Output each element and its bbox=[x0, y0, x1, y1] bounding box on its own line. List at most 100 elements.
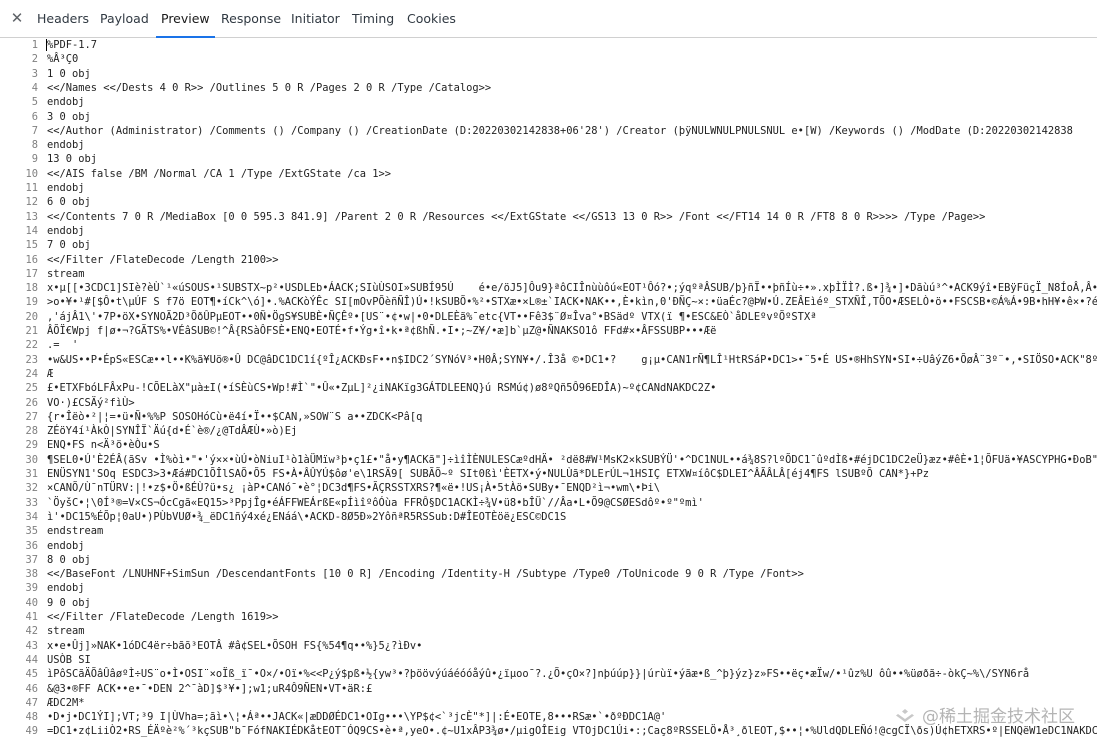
code-line: 36 endobj bbox=[0, 539, 1097, 553]
tab-response[interactable]: Response bbox=[221, 0, 281, 37]
code-line: 29 ENQ•FS n<Ä³ö•èÒu•S bbox=[0, 438, 1097, 452]
code-line: 45 ìPôSCãÄÕâÛâøºÌ÷US¨o•Ì•OSI¨×oÏß_ï¯•O×/•… bbox=[0, 667, 1097, 681]
line-text: ÂÕÏ€Wpj f|ø•¬?GÃTS%•VÉâSUB©!^Â{RSàÔFSÈ•E… bbox=[47, 325, 717, 337]
line-text: endobj bbox=[47, 139, 85, 152]
code-line: 31 ENÜSYN1'SOq ESDC3>3•Æá#DC1ÕÎlSAÕ•Õ5 FS… bbox=[0, 467, 1097, 481]
line-text: ,'ájÂ1\'•7P•öX•SYNOÃ2D³ÕðÛPµEOT••0Ñ•ÖgS¥… bbox=[47, 310, 817, 323]
line-text: stream bbox=[47, 267, 85, 280]
line-number: 9 bbox=[31, 153, 38, 166]
line-number: 18 bbox=[25, 282, 38, 295]
code-line: 28 ZÉöY4í¹ÀkÒ|SYNÎÏ`Äú{d•É`è®/¿@TdÂÆÙ•»ò)… bbox=[0, 424, 1097, 438]
line-number: 7 bbox=[31, 124, 38, 137]
line-text: 8 0 obj bbox=[47, 553, 91, 566]
code-line: 6 3 0 obj bbox=[0, 110, 1097, 124]
line-number: 17 bbox=[25, 267, 38, 280]
line-number: 29 bbox=[25, 439, 38, 452]
code-line: 41 <</Filter /FlateDecode /Length 1619>> bbox=[0, 610, 1097, 624]
line-text: %Â³Ç0 bbox=[47, 53, 79, 66]
code-line: 43 x•e•Ûj]»NAK•1óDC4ër÷bãõ³EOTÂ #â¢SEL•ÕS… bbox=[0, 639, 1097, 653]
line-number: 30 bbox=[25, 453, 38, 466]
code-line: 27 {r•Îëò•²|¦=•ü•Ñ•%%P SOSOHóCù•ë4í•Ï••$C… bbox=[0, 410, 1097, 424]
line-number: 11 bbox=[25, 182, 38, 194]
code-line: 33 `ÖyšC•¦\0Í³®=V×CS¬ÓcCgã«EQ15>³PpjÎg•éÁ… bbox=[0, 496, 1097, 510]
line-number: 32 bbox=[25, 482, 38, 495]
line-number: 12 bbox=[25, 196, 38, 209]
line-text: <</Author (Administrator) /Comments () /… bbox=[47, 124, 1073, 137]
devtools-tab-bar: ✕ Headers Payload Preview Response Initi… bbox=[0, 0, 1097, 38]
line-text: <</Names <</Dests 4 0 R>> /Outlines 5 0 … bbox=[47, 81, 492, 94]
line-text: <</Contents 7 0 R /MediaBox [0 0 595.3 8… bbox=[47, 210, 986, 223]
line-text: endobj bbox=[47, 539, 85, 552]
line-text: 13 0 obj bbox=[47, 153, 98, 166]
code-line: 15 7 0 obj bbox=[0, 238, 1097, 252]
line-number: 16 bbox=[25, 253, 38, 266]
tab-headers[interactable]: Headers bbox=[37, 0, 89, 37]
line-number: 35 bbox=[25, 525, 38, 538]
line-number: 24 bbox=[25, 367, 38, 380]
text-cursor bbox=[46, 39, 47, 51]
tab-timing[interactable]: Timing bbox=[352, 0, 394, 37]
line-text: 7 0 obj bbox=[47, 239, 91, 252]
line-text: x•e•Ûj]»NAK•1óDC4ër÷bãõ³EOTÂ #â¢SEL•ÕSOH… bbox=[47, 639, 423, 652]
code-line: 2 %Â³Ç0 bbox=[0, 52, 1097, 66]
response-preview-code[interactable]: 1 %PDF-1.7 2 %Â³Ç0 3 1 0 obj 4 <</Names <</Dest… bbox=[0, 37, 1097, 745]
code-line: 21 ÂÕÏ€Wpj f|ø•¬?GÃTS%•VÉâSUB©!^Â{RSàÔFSÈ… bbox=[0, 324, 1097, 338]
line-text: ìPôSCãÄÕâÛâøºÌ÷US¨o•Ì•OSI¨×oÏß_ï¯•O×/•Oï… bbox=[47, 668, 1030, 681]
line-number: 26 bbox=[25, 396, 38, 409]
code-line: 37 8 0 obj bbox=[0, 553, 1097, 567]
close-icon[interactable]: ✕ bbox=[10, 11, 24, 26]
line-text: endobj bbox=[47, 582, 85, 595]
code-line: 9 13 0 obj bbox=[0, 152, 1097, 166]
tab-cookies[interactable]: Cookies bbox=[407, 0, 456, 37]
line-text: ENÜSYN1'SOq ESDC3>3•Æá#DC1ÕÎlSAÕ•Õ5 FS•À… bbox=[47, 468, 930, 480]
line-text: ¶SEL0•Ú'È2ÉÂ(ãSv •Ì%òì•"•'ý××•ùÚ•òNiuI¹ò… bbox=[47, 453, 1097, 466]
line-number: 41 bbox=[25, 611, 38, 623]
tab-initiator[interactable]: Initiator bbox=[291, 0, 340, 37]
line-number: 39 bbox=[25, 582, 38, 595]
line-number: 27 bbox=[25, 410, 38, 423]
line-number: 42 bbox=[25, 625, 38, 638]
line-number: 4 bbox=[31, 81, 38, 94]
line-text: endstream bbox=[47, 525, 104, 538]
code-line: 26 VO·)£CSÄý²fìÙ> bbox=[0, 396, 1097, 410]
line-number: 20 bbox=[25, 310, 38, 323]
line-number: 34 bbox=[25, 510, 38, 523]
line-number: 22 bbox=[25, 339, 38, 352]
line-text: 9 0 obj bbox=[47, 596, 91, 609]
line-text: ×CANÕ/Ù¯nTÜRV:|!•z$•Ö•ßÉÙ?ü•s¿ ¡àP•CANó¯… bbox=[47, 482, 661, 495]
line-text: 1 0 obj bbox=[47, 67, 91, 80]
line-text: <</BaseFont /LNUHNF+SimSun /DescendantFo… bbox=[47, 568, 804, 581]
line-number: 48 bbox=[25, 711, 38, 724]
code-line: 42 stream bbox=[0, 624, 1097, 638]
line-text: ì'•DC15%ÉÕp¦0aU•)PÙbVUØ•¾_ëDC1ñý4xé¿ENáá… bbox=[47, 510, 567, 523]
line-number: 43 bbox=[25, 639, 38, 652]
line-number: 8 bbox=[31, 139, 38, 152]
line-number: 3 bbox=[31, 67, 38, 80]
code-line: 32 ×CANÕ/Ù¯nTÜRV:|!•z$•Ö•ßÉÙ?ü•s¿ ¡àP•CAN… bbox=[0, 481, 1097, 495]
code-line: 12 6 0 obj bbox=[0, 195, 1097, 209]
code-line: 24 Æ bbox=[0, 367, 1097, 381]
line-text: &@3•®FF ACK••e•¯•DEN 2^¯àD]$³¥•];w1;uR4Ô… bbox=[47, 682, 373, 695]
line-number: 1 bbox=[31, 39, 38, 51]
code-line: 13 <</Contents 7 0 R /MediaBox [0 0 595.3… bbox=[0, 210, 1097, 224]
code-line: 4 <</Names <</Dests 4 0 R>> /Outlines 5 0… bbox=[0, 81, 1097, 95]
code-line: 46 &@3•®FF ACK••e•¯•DEN 2^¯àD]$³¥•];w1;uR… bbox=[0, 682, 1097, 696]
line-text: <</Filter /FlateDecode /Length 2100>> bbox=[47, 253, 279, 266]
code-line: 22 .= ' bbox=[0, 338, 1097, 352]
tab-payload[interactable]: Payload bbox=[100, 0, 149, 37]
line-text: x•µ[[•3CDC1]SIè?èÙ`¹«úSOUS•¹SUBSTX~p²•US… bbox=[47, 282, 1097, 295]
line-number: 10 bbox=[25, 167, 38, 180]
line-number: 5 bbox=[31, 96, 38, 109]
line-number: 23 bbox=[25, 353, 38, 366]
tab-preview[interactable]: Preview bbox=[156, 0, 215, 38]
line-text: •D•j•DC1ÝI];VT;³9 I|ÙVha=;ãì•\¦•Áª••JACK… bbox=[47, 711, 667, 724]
line-text: `ÖyšC•¦\0Í³®=V×CS¬ÓcCgã«EQ15>³PpjÎg•éÁFF… bbox=[47, 496, 704, 509]
code-line: 25 £•ETXFbóLFÂxPu-!CÕELàX"µà±I(•íSÈùCS•Wp… bbox=[0, 381, 1097, 395]
code-line: 8 endobj bbox=[0, 138, 1097, 152]
line-number: 14 bbox=[25, 224, 38, 237]
code-line: 1 %PDF-1.7 bbox=[0, 38, 1097, 52]
line-number: 37 bbox=[25, 553, 38, 566]
line-text: Æ bbox=[47, 367, 54, 380]
line-text: VO·)£CSÄý²fìÙ> bbox=[47, 396, 135, 409]
line-text: >o•¥•¹#[$Ô•t\µÚF S f7ö EOT¶•íCk^\ó]•.%AC… bbox=[47, 296, 1097, 309]
